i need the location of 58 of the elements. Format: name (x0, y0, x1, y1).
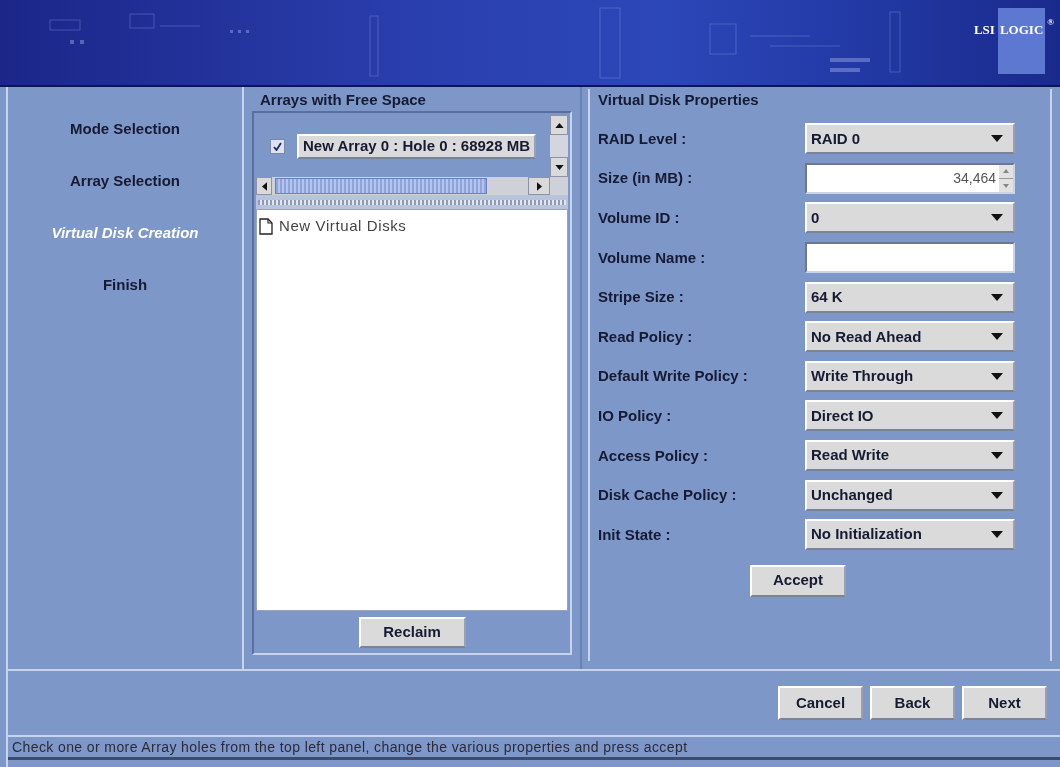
array-hole-item[interactable]: New Array 0 : Hole 0 : 68928 MB (297, 133, 537, 159)
caret-down-icon (991, 412, 1003, 420)
scrollbar-corner (550, 177, 568, 195)
document-icon (259, 217, 273, 235)
wizard-step: Virtual Disk Creation (51, 221, 199, 245)
dropdown[interactable]: No Read Ahead (805, 321, 1015, 353)
status-text: Check one or more Array holes from the top left panel, change the various properties and press accept (12, 737, 688, 757)
wizard-step: Mode Selection (70, 117, 180, 141)
wizard-button[interactable]: Back (870, 686, 955, 720)
caret-down-icon (991, 491, 1003, 499)
arrow-left-icon (261, 181, 267, 191)
caret-down-icon (991, 135, 1003, 143)
arrow-up-icon (554, 122, 564, 128)
splitter-handle[interactable] (258, 199, 566, 205)
caret-down-icon (991, 214, 1003, 222)
dropdown[interactable]: No Initialization (805, 519, 1015, 551)
field-label: Volume ID : (598, 209, 680, 226)
dropdown[interactable]: 0 (805, 202, 1015, 234)
caret-down-icon (991, 531, 1003, 539)
tree-item[interactable]: New Virtual Disks (279, 215, 407, 238)
field-label: Access Policy : (598, 446, 709, 464)
caret-down-icon (991, 372, 1003, 380)
wizard-step: Array Selection (69, 169, 180, 193)
dropdown[interactable]: 64 K (805, 281, 1015, 313)
dropdown[interactable]: RAID 0 (805, 123, 1015, 155)
field-label: Init State : (598, 525, 671, 543)
caret-down-icon (991, 333, 1003, 341)
field-label: Size (in MB) : (598, 169, 693, 187)
arrow-right-icon (536, 181, 542, 191)
arrow-down-icon (554, 164, 564, 170)
horizontal-scrollbar[interactable] (256, 177, 550, 195)
company-logo: LSI LOGIC ® (973, 8, 1054, 74)
field-label: Disk Cache Policy : (598, 486, 737, 504)
panel-title: Virtual Disk Properties (598, 89, 759, 110)
caret-down-icon (991, 452, 1003, 460)
check-icon (273, 141, 282, 151)
reclaim-button[interactable]: Reclaim (358, 617, 466, 648)
panel-title: Arrays with Free Space (260, 89, 426, 110)
wizard-button[interactable]: Cancel (778, 686, 863, 720)
accept-button[interactable]: Accept (750, 564, 846, 597)
vertical-scrollbar[interactable] (550, 115, 568, 177)
dropdown[interactable]: Read Write (805, 440, 1015, 472)
field-label: Read Policy : (598, 327, 693, 345)
field-label: RAID Level : (598, 129, 687, 147)
input-field[interactable] (805, 242, 1015, 274)
field-label: Volume Name : (598, 248, 706, 266)
spinner-arrows-icon[interactable] (999, 164, 1013, 192)
caret-down-icon (991, 293, 1003, 301)
wizard-step: Finish (102, 273, 148, 297)
field-label: Stripe Size : (598, 288, 684, 306)
dropdown[interactable]: Unchanged (805, 479, 1015, 511)
dropdown[interactable]: Direct IO (805, 400, 1015, 432)
field-label: Default Write Policy : (598, 367, 748, 385)
field-label: IO Policy : (598, 406, 672, 424)
number-input-field[interactable]: 34,464 (805, 162, 1015, 194)
wizard-button[interactable]: Next (962, 686, 1047, 720)
checkbox[interactable] (270, 138, 285, 154)
dropdown[interactable]: Write Through (805, 360, 1015, 392)
